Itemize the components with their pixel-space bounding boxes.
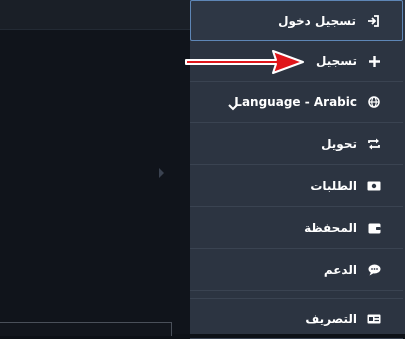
sidebar-item-exchange[interactable]: التصريف [190, 298, 403, 339]
sidebar-item-label: Language - Arabic [234, 95, 357, 109]
plus-icon [367, 54, 381, 68]
sidebar-item-wallet[interactable]: المحفظة [190, 208, 403, 249]
sidebar-item-orders[interactable]: الطلبات [190, 166, 403, 207]
top-bar [0, 0, 190, 30]
chevron-down-icon [228, 96, 238, 115]
sidebar-item-label: الدعم [323, 263, 357, 277]
red-arrow-icon [182, 47, 306, 81]
globe-icon [367, 95, 381, 109]
money-bill-icon [367, 179, 381, 193]
sidebar-item-label: المحفظة [304, 221, 357, 235]
sidebar-item-login[interactable]: تسجيل دخول [190, 0, 403, 41]
sidebar-item-transfer[interactable]: تحويل [190, 124, 403, 165]
wallet-icon [367, 221, 381, 235]
sidebar-item-language[interactable]: Language - Arabic [190, 82, 403, 123]
sidebar-item-support[interactable]: الدعم [190, 250, 403, 291]
main-content-area [0, 0, 190, 336]
collapse-handle-icon[interactable] [159, 168, 164, 178]
sidebar-item-label: تسجيل [316, 54, 357, 68]
sidebar-item-label: الطلبات [310, 179, 357, 193]
sign-in-icon [366, 14, 380, 28]
id-card-icon [367, 312, 381, 326]
chat-bubble-icon [367, 263, 381, 277]
sidebar-item-label: تحويل [321, 137, 357, 151]
transfer-icon [367, 137, 381, 151]
sidebar-item-label: تسجيل دخول [278, 13, 356, 28]
sidebar-item-label: التصريف [305, 311, 357, 326]
